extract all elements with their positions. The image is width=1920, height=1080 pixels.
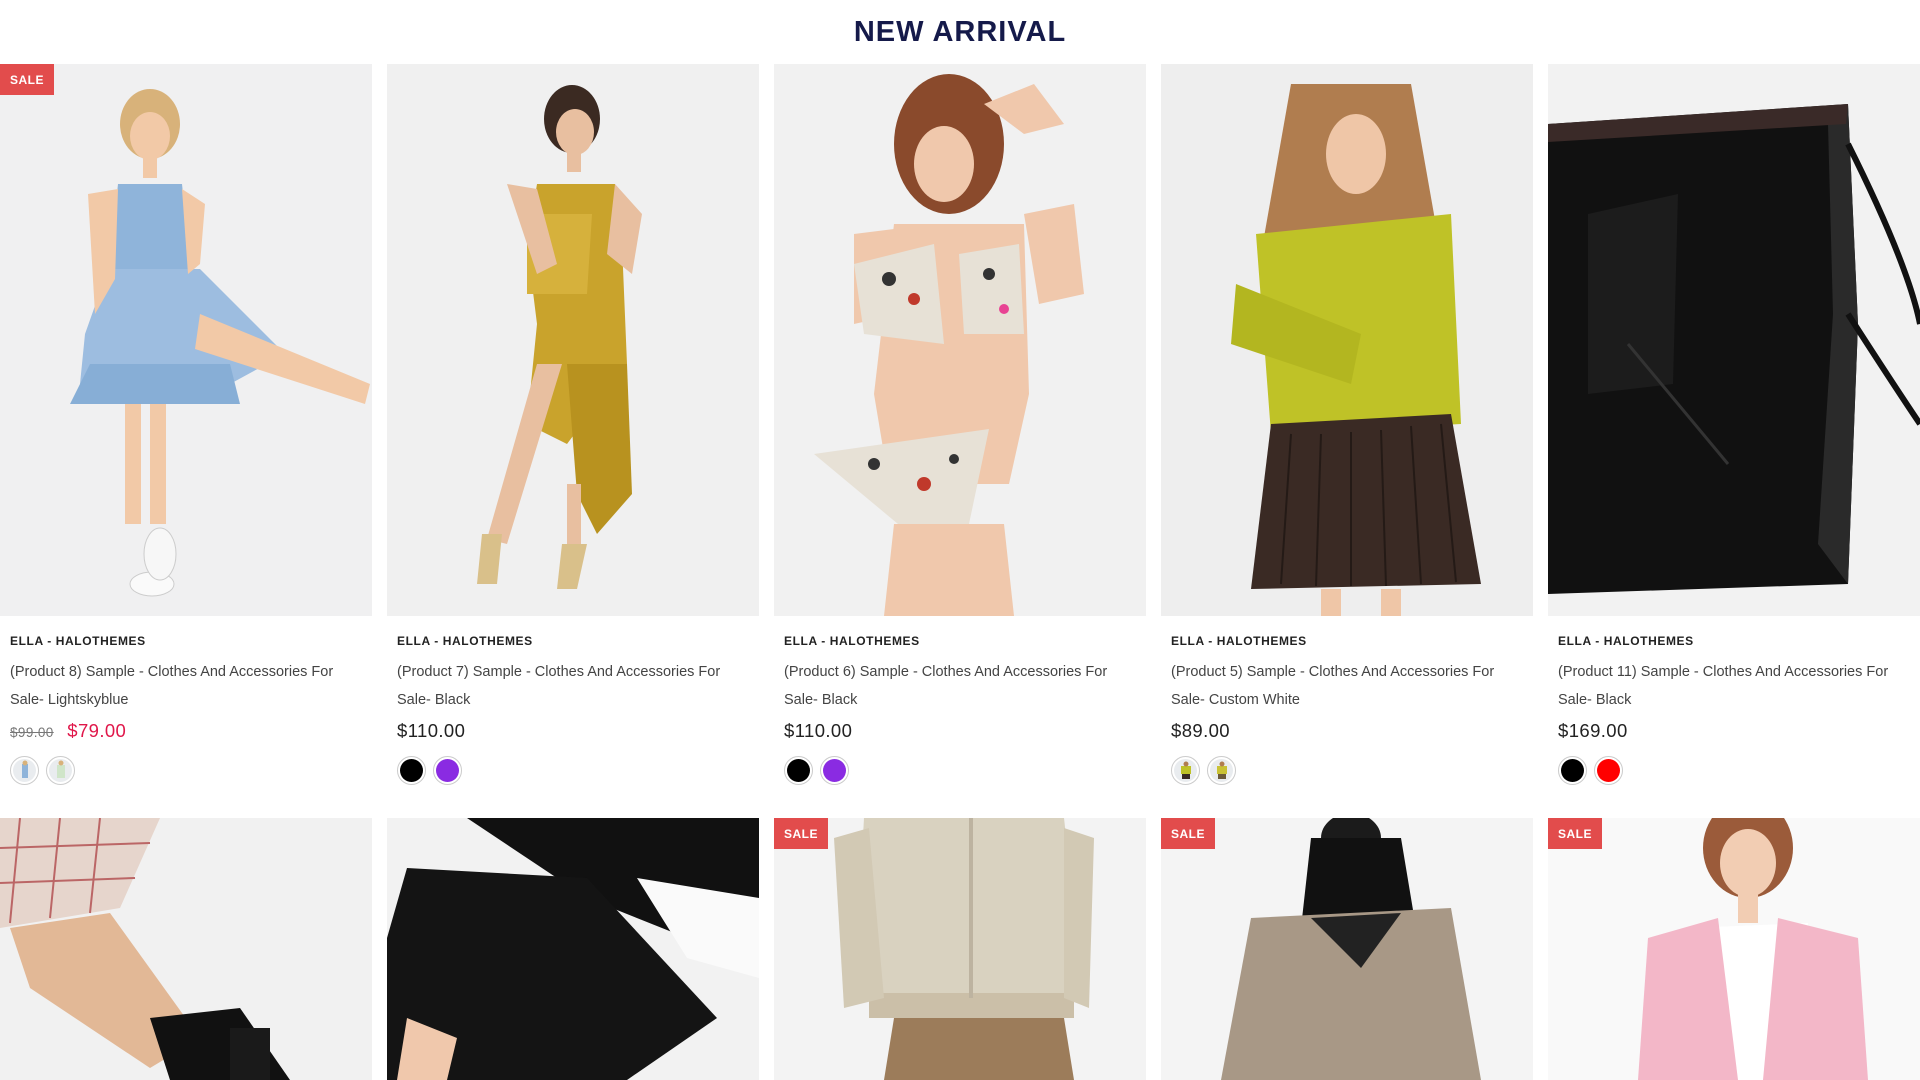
product-photo-yellow-sweater xyxy=(1161,64,1533,616)
product-image[interactable] xyxy=(1161,64,1533,616)
product-title[interactable]: (Product 7) Sample - Clothes And Accesso… xyxy=(397,658,749,714)
color-swatches xyxy=(397,756,749,785)
price: $169.00 xyxy=(1558,720,1628,741)
swatch-black[interactable] xyxy=(397,756,426,785)
swatch-blue-dress[interactable] xyxy=(10,756,39,785)
compare-at-price: $99.00 xyxy=(10,725,54,740)
color-swatches xyxy=(1171,756,1523,785)
product-photo-beige-bomber xyxy=(774,818,1146,1080)
product-photo-black-tote xyxy=(1548,64,1920,616)
product-card[interactable]: SALE xyxy=(1548,818,1920,1080)
product-grid-row-1: SALE ELLA - HALOTHEMES (Product 8) Sampl… xyxy=(0,64,1920,818)
product-title[interactable]: (Product 8) Sample - Clothes And Accesso… xyxy=(10,658,362,714)
swatch-black[interactable] xyxy=(1558,756,1587,785)
price: $89.00 xyxy=(1171,720,1230,741)
product-photo-grey-coat xyxy=(1161,818,1533,1080)
sale-badge: SALE xyxy=(0,64,55,95)
product-card[interactable]: SALE xyxy=(1161,818,1533,1080)
dress-blue-thumb-icon xyxy=(22,760,28,778)
product-card[interactable]: ELLA - HALOTHEMES (Product 11) Sample - … xyxy=(1548,64,1920,818)
product-title[interactable]: (Product 6) Sample - Clothes And Accesso… xyxy=(784,658,1136,714)
product-image[interactable] xyxy=(774,64,1146,616)
product-photo-mustard-dress xyxy=(387,64,759,616)
product-vendor[interactable]: ELLA - HALOTHEMES xyxy=(1171,634,1523,648)
product-card[interactable] xyxy=(0,818,372,1080)
product-vendor[interactable]: ELLA - HALOTHEMES xyxy=(397,634,749,648)
product-image[interactable] xyxy=(0,818,372,1080)
product-price: $110.00 xyxy=(784,720,1136,742)
product-vendor[interactable]: ELLA - HALOTHEMES xyxy=(10,634,362,648)
sweater-yellow-thumb-icon xyxy=(1181,761,1191,779)
product-grid-row-2: SALE SALE SALE xyxy=(0,818,1920,1080)
product-photo-plaid-skirt xyxy=(0,818,372,1080)
product-image[interactable]: SALE xyxy=(1548,818,1920,1080)
product-card[interactable]: SALE ELLA - HALOTHEMES (Product 8) Sampl… xyxy=(0,64,372,818)
swatch-purple[interactable] xyxy=(820,756,849,785)
sale-price: $79.00 xyxy=(67,720,127,741)
product-card[interactable]: ELLA - HALOTHEMES (Product 7) Sample - C… xyxy=(387,64,759,818)
product-vendor[interactable]: ELLA - HALOTHEMES xyxy=(784,634,1136,648)
product-card[interactable]: ELLA - HALOTHEMES (Product 6) Sample - C… xyxy=(774,64,1146,818)
product-price: $99.00 $79.00 xyxy=(10,720,362,742)
color-swatches xyxy=(784,756,1136,785)
section-title: NEW ARRIVAL xyxy=(853,16,1067,48)
product-photo-black-trousers xyxy=(387,818,759,1080)
product-photo-leopard-bikini xyxy=(774,64,1146,616)
dress-green-thumb-icon xyxy=(57,760,65,778)
sweater-yellow-thumb-2-icon xyxy=(1217,761,1227,779)
product-image[interactable] xyxy=(387,818,759,1080)
swatch-red[interactable] xyxy=(1594,756,1623,785)
color-swatches xyxy=(10,756,362,785)
color-swatches xyxy=(1558,756,1910,785)
product-title[interactable]: (Product 11) Sample - Clothes And Access… xyxy=(1558,658,1910,714)
product-image[interactable]: SALE xyxy=(774,818,1146,1080)
sale-badge: SALE xyxy=(1548,818,1603,849)
product-card[interactable]: SALE xyxy=(774,818,1146,1080)
sale-badge: SALE xyxy=(1161,818,1216,849)
price: $110.00 xyxy=(784,720,853,741)
product-image[interactable]: SALE xyxy=(0,64,372,616)
swatch-green-dress[interactable] xyxy=(46,756,75,785)
product-price: $169.00 xyxy=(1558,720,1910,742)
product-price: $89.00 xyxy=(1171,720,1523,742)
product-image[interactable] xyxy=(387,64,759,616)
swatch-yellow-sweater-alt[interactable] xyxy=(1207,756,1236,785)
product-title[interactable]: (Product 5) Sample - Clothes And Accesso… xyxy=(1171,658,1523,714)
sale-badge: SALE xyxy=(774,818,829,849)
product-image[interactable]: SALE xyxy=(1161,818,1533,1080)
product-card[interactable] xyxy=(387,818,759,1080)
product-photo-pink-blazer xyxy=(1548,818,1920,1080)
product-vendor[interactable]: ELLA - HALOTHEMES xyxy=(1558,634,1910,648)
price: $110.00 xyxy=(397,720,466,741)
swatch-black[interactable] xyxy=(784,756,813,785)
swatch-purple[interactable] xyxy=(433,756,462,785)
swatch-yellow-sweater[interactable] xyxy=(1171,756,1200,785)
product-image[interactable] xyxy=(1548,64,1920,616)
product-card[interactable]: ELLA - HALOTHEMES (Product 5) Sample - C… xyxy=(1161,64,1533,818)
product-photo-blue-dress xyxy=(0,64,372,616)
product-price: $110.00 xyxy=(397,720,749,742)
